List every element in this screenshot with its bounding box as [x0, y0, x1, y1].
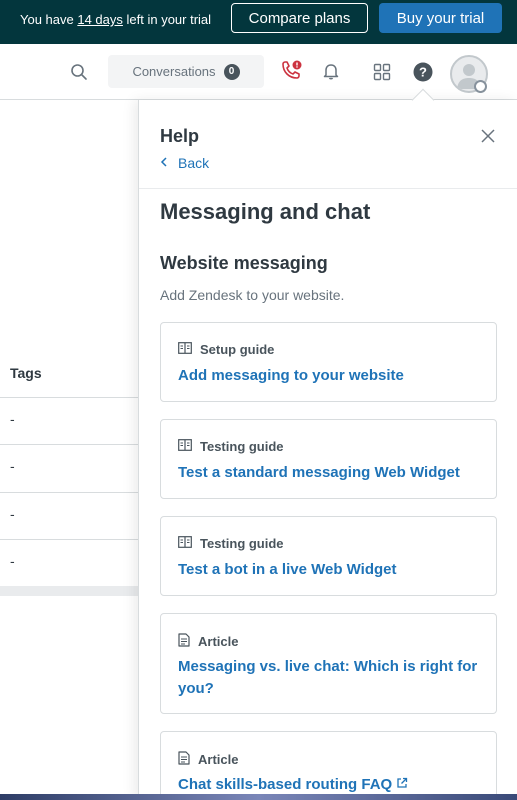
trial-message-prefix: You have — [20, 12, 78, 27]
help-card[interactable]: Testing guide Test a bot in a live Web W… — [160, 516, 497, 596]
card-type: Article — [178, 633, 238, 650]
top-navigation: Conversations 0 ? — [0, 44, 517, 100]
help-card[interactable]: Setup guide Add messaging to your websit… — [160, 322, 497, 402]
book-icon — [178, 342, 192, 357]
conversations-button[interactable]: Conversations 0 — [108, 55, 264, 88]
help-card[interactable]: Testing guide Test a standard messaging … — [160, 419, 497, 499]
phone-alert-icon[interactable] — [279, 60, 303, 82]
trial-message-suffix: left in your trial — [122, 12, 212, 27]
card-title-link[interactable]: Messaging vs. live chat: Which is right … — [178, 656, 478, 700]
card-title-text: Chat skills-based routing FAQ — [178, 776, 393, 793]
card-type-label: Testing guide — [200, 536, 284, 551]
card-type-label: Article — [198, 634, 239, 649]
card-type: Testing guide — [178, 439, 284, 454]
conversations-label: Conversations — [132, 64, 216, 79]
buy-trial-button[interactable]: Buy your trial — [379, 3, 502, 33]
section-title: Messaging and chat — [160, 199, 371, 224]
row-divider — [0, 539, 138, 540]
card-title-link[interactable]: Chat skills-based routing FAQ — [178, 774, 478, 796]
compare-plans-button[interactable]: Compare plans — [231, 3, 368, 33]
trial-days-link[interactable]: 14 days — [77, 12, 123, 27]
card-type-label: Testing guide — [200, 439, 284, 454]
trial-banner: You have 14 days left in your trial Comp… — [0, 0, 517, 44]
book-icon — [178, 439, 192, 454]
external-link-icon — [396, 774, 408, 796]
row-divider — [0, 492, 138, 493]
subsection-title: Website messaging — [160, 253, 328, 273]
tags-column-header[interactable]: Tags — [10, 365, 42, 381]
book-icon — [178, 536, 192, 551]
apps-grid-icon[interactable] — [372, 62, 392, 82]
card-type: Testing guide — [178, 536, 284, 551]
close-icon[interactable] — [480, 128, 496, 144]
horizontal-scrollbar[interactable] — [0, 586, 138, 596]
table-row-tags-value: - — [10, 458, 15, 474]
status-indicator — [474, 80, 487, 93]
bottom-edge — [0, 794, 517, 800]
trial-message: You have 14 days left in your trial — [20, 12, 211, 27]
background-table — [0, 100, 138, 800]
card-type: Setup guide — [178, 342, 274, 357]
table-row-tags-value: - — [10, 506, 15, 522]
back-label: Back — [178, 155, 210, 171]
document-icon — [178, 751, 190, 768]
bell-icon[interactable] — [321, 61, 341, 81]
help-panel-title: Help — [160, 126, 200, 146]
card-title-link[interactable]: Test a bot in a live Web Widget — [178, 559, 478, 581]
help-icon[interactable]: ? — [413, 62, 433, 82]
search-icon[interactable] — [69, 62, 89, 82]
card-title-link[interactable]: Test a standard messaging Web Widget — [178, 462, 478, 484]
table-row-tags-value: - — [10, 411, 15, 427]
card-type-label: Article — [198, 752, 239, 767]
subsection-description: Add Zendesk to your website. — [160, 287, 345, 303]
row-divider — [0, 444, 138, 445]
back-link[interactable]: Back — [160, 155, 209, 171]
card-title-link[interactable]: Add messaging to your website — [178, 365, 478, 387]
card-type-label: Setup guide — [200, 342, 275, 357]
help-card[interactable]: Article Chat skills-based routing FAQ — [160, 731, 497, 800]
help-card[interactable]: Article Messaging vs. live chat: Which i… — [160, 613, 497, 714]
chevron-left-icon — [160, 155, 168, 171]
conversations-count-badge: 0 — [223, 63, 240, 80]
svg-text:?: ? — [419, 65, 427, 80]
table-row-tags-value: - — [10, 553, 15, 569]
document-icon — [178, 633, 190, 650]
card-type: Article — [178, 751, 238, 768]
header-divider — [139, 188, 517, 189]
row-divider — [0, 397, 138, 398]
